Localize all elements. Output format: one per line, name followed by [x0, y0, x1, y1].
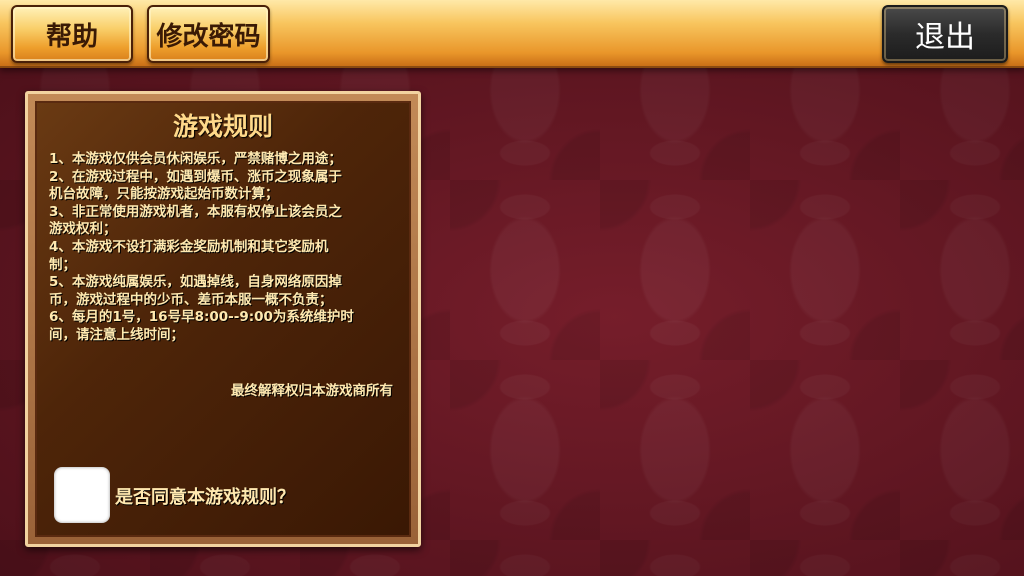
rule-line: 机台故障，只能按游戏起始币数计算； — [49, 186, 279, 203]
rule-line: 制； — [49, 256, 76, 273]
change-password-button[interactable]: 修改密码 — [147, 5, 270, 63]
rules-title: 游戏规则 — [172, 112, 273, 141]
help-button[interactable]: 帮助 — [11, 5, 133, 63]
final-interpretation-note: 最终解释权归本游戏商所有 — [231, 383, 393, 399]
rule-line: 游戏权利； — [49, 221, 117, 238]
rule-line: 间，请注意上线时间； — [49, 326, 184, 343]
rule-line: 2、在游戏过程中，如遇到爆币、涨币之现象属于 — [49, 168, 342, 185]
rule-line: 6、每月的1号，16号早8:00--9:00为系统维护时 — [49, 309, 354, 326]
agree-checkbox[interactable] — [54, 467, 110, 523]
rule-line: 1、本游戏仅供会员休闲娱乐，严禁赌博之用途； — [49, 151, 342, 167]
rule-line: 4、本游戏不设打满彩金奖励机制和其它奖励机 — [49, 238, 329, 255]
agree-label[interactable]: 是否同意本游戏规则？ — [115, 483, 295, 509]
rule-line: 币，游戏过程中的少币、差币本服一概不负责； — [49, 291, 333, 308]
rules-panel: 游戏规则 1、本游戏仅供会员休闲娱乐，严禁赌博之用途； 2、在游戏过程中，如遇到… — [25, 91, 421, 547]
rules-panel-inner: 游戏规则 1、本游戏仅供会员休闲娱乐，严禁赌博之用途； 2、在游戏过程中，如遇到… — [35, 101, 411, 537]
top-toolbar: 帮助 修改密码 退出 — [0, 0, 1024, 68]
rule-line: 5、本游戏纯属娱乐，如遇掉线，自身网络原因掉 — [49, 274, 342, 291]
rule-line: 3、非正常使用游戏机者，本服有权停止该会员之 — [49, 203, 342, 220]
rules-list: 1、本游戏仅供会员休闲娱乐，严禁赌博之用途； 2、在游戏过程中，如遇到爆币、涨币… — [49, 151, 399, 345]
exit-button[interactable]: 退出 — [882, 5, 1008, 63]
